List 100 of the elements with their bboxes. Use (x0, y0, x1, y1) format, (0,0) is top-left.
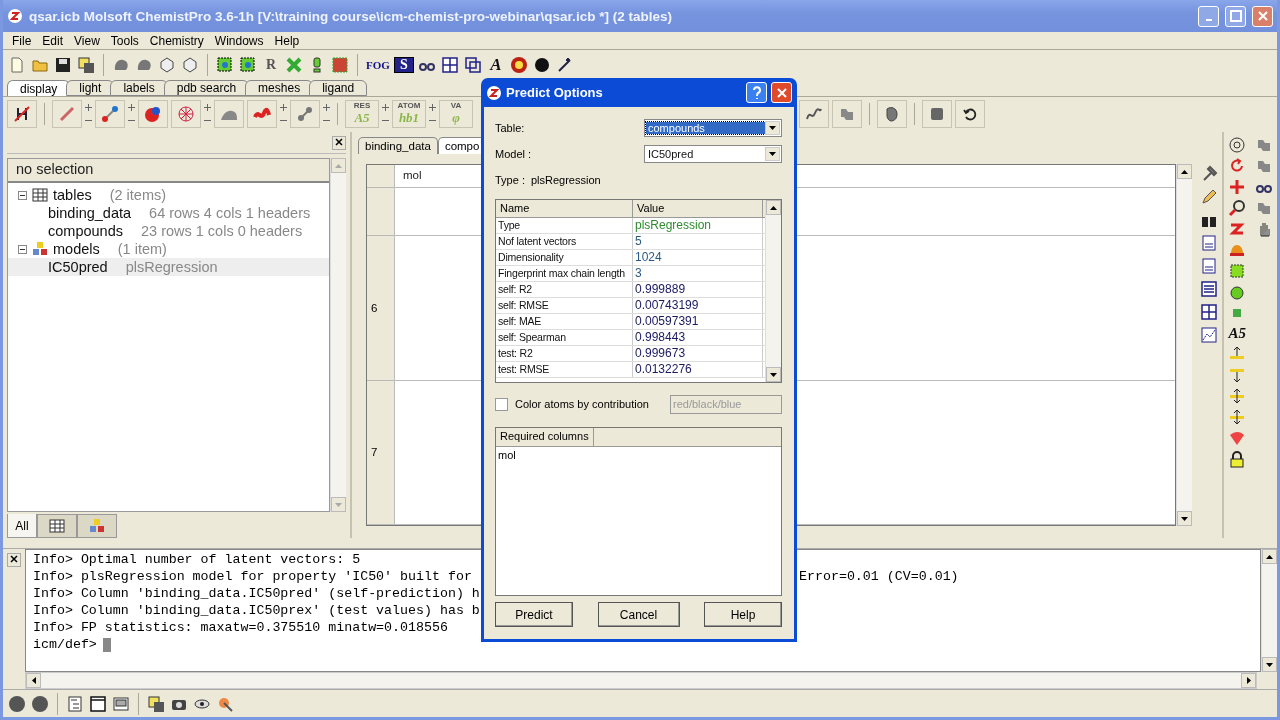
plus-icon[interactable] (280, 103, 287, 111)
move-icon[interactable] (1228, 178, 1247, 196)
selection-icon[interactable] (216, 56, 234, 74)
double-arrow-icon[interactable] (1228, 387, 1247, 405)
grid-icon[interactable] (1200, 303, 1218, 321)
column-header[interactable]: mol (395, 165, 430, 188)
zoom-icon[interactable] (1228, 199, 1247, 217)
plot-icon[interactable] (1200, 326, 1218, 344)
label-button[interactable]: VA φ (439, 99, 473, 128)
menu-item[interactable]: Chemistry (144, 33, 210, 48)
scroll-left-icon[interactable] (26, 673, 41, 688)
squares-icon[interactable] (463, 56, 482, 74)
minimize-button[interactable] (1198, 5, 1219, 27)
dialog-button[interactable]: Help (704, 602, 782, 627)
double-arrow-icon[interactable] (1228, 408, 1247, 426)
plus-icon[interactable] (382, 103, 389, 111)
plus-icon[interactable] (128, 103, 135, 111)
tree-row[interactable]: models (1 item) (8, 240, 329, 258)
close-button[interactable] (7, 553, 21, 567)
workspace-tab[interactable] (37, 514, 77, 538)
close-button[interactable] (332, 136, 346, 150)
stick-icon[interactable] (58, 104, 76, 123)
checkbox[interactable] (495, 397, 508, 411)
cubes-icon[interactable] (88, 517, 106, 535)
tab[interactable]: ligand (309, 80, 368, 96)
circle-icon[interactable] (8, 694, 26, 713)
toolbar-button[interactable]: A (485, 55, 506, 75)
maximize-button[interactable] (1225, 5, 1246, 27)
list-item[interactable]: mol (496, 447, 781, 463)
window-icon[interactable] (89, 694, 107, 713)
burst-icon[interactable] (509, 56, 528, 74)
table-icon[interactable] (31, 186, 49, 204)
column-header[interactable]: Name (496, 200, 633, 217)
grid-icon[interactable] (440, 56, 459, 74)
plus-icon[interactable] (429, 103, 436, 111)
hexagon-icon[interactable] (158, 56, 176, 74)
toolbar-button[interactable]: R (261, 55, 281, 75)
table-tab[interactable]: binding_data (358, 137, 438, 154)
dialog-button[interactable]: Predict (495, 602, 573, 627)
menu-item[interactable]: Help (269, 33, 306, 48)
tree-row[interactable]: tables (2 items) (8, 186, 329, 204)
menu-item[interactable]: Tools (105, 33, 145, 48)
scroll-down-icon[interactable] (1177, 511, 1192, 526)
toolbar-button[interactable] (955, 99, 985, 128)
toolbar-button[interactable]: FOG (365, 55, 391, 75)
pencil-icon[interactable] (1200, 188, 1218, 206)
plus-icon[interactable] (85, 103, 92, 111)
column-header[interactable]: Value (633, 200, 763, 217)
disks-icon[interactable] (147, 694, 165, 713)
document-icon[interactable] (1200, 234, 1218, 252)
menu-item[interactable]: Windows (209, 33, 270, 48)
lime-icon[interactable] (1228, 283, 1247, 301)
tree-row[interactable]: binding_data 64 rows 4 cols 1 headers (8, 204, 329, 222)
cubes-icon[interactable] (31, 240, 49, 258)
table-select[interactable]: compounds (644, 119, 782, 137)
label-toggle[interactable]: A5 (1228, 325, 1246, 342)
ball-and-stick-icon[interactable] (101, 104, 119, 123)
label-button[interactable]: ATOM hb1 (392, 99, 426, 128)
toolbar-button[interactable] (799, 99, 829, 128)
model-select[interactable]: IC50pred (644, 145, 782, 163)
help-button[interactable] (746, 82, 767, 103)
collapse-icon[interactable] (18, 190, 27, 200)
spheres-icon[interactable] (144, 104, 162, 123)
document-icon[interactable] (1200, 257, 1218, 275)
label-button[interactable]: RES A5 (345, 99, 379, 128)
disks-icon[interactable] (77, 56, 95, 74)
scroll-up-icon[interactable] (1177, 164, 1192, 179)
hexagon-icon[interactable] (181, 56, 199, 74)
dashed-square-icon[interactable] (1228, 262, 1247, 280)
table-icon[interactable] (48, 517, 66, 535)
plus-icon[interactable] (323, 103, 330, 111)
tree-row[interactable]: compounds 23 rows 1 cols 0 headers (8, 222, 329, 240)
collapse-icon[interactable] (18, 244, 27, 254)
scroll-down-icon[interactable] (766, 367, 781, 382)
chain-icon[interactable] (296, 104, 314, 123)
tree-view-icon[interactable] (66, 694, 84, 713)
mesh-sphere-icon[interactable] (177, 104, 195, 123)
scroll-up-icon[interactable] (766, 200, 781, 215)
scroll-right-icon[interactable] (1241, 673, 1256, 688)
menu-item[interactable]: File (7, 33, 38, 48)
scroll-down-icon[interactable] (1262, 657, 1277, 672)
toolbar-button[interactable]: S (393, 57, 414, 73)
ball-icon[interactable] (532, 56, 551, 74)
menu-item[interactable]: View (69, 33, 106, 48)
tab[interactable]: labels (110, 80, 168, 96)
filled-selection-icon[interactable] (331, 56, 349, 74)
scroll-up-icon[interactable] (1262, 549, 1277, 564)
list-icon[interactable] (1200, 280, 1218, 298)
target-icon[interactable] (1228, 136, 1247, 154)
padlock-icon[interactable] (1228, 450, 1247, 468)
plus-icon[interactable] (204, 103, 211, 111)
circle-icon[interactable] (31, 694, 49, 713)
workspace-tab[interactable]: All (7, 514, 37, 538)
toolbar-button[interactable] (7, 99, 37, 128)
dialog-button[interactable]: Cancel (597, 602, 680, 627)
menu-item[interactable]: Edit (37, 33, 70, 48)
crossed-h-icon[interactable] (13, 104, 31, 123)
tree-row[interactable]: IC50pred plsRegression (8, 258, 329, 276)
panel-icon[interactable] (112, 694, 130, 713)
selection-icon[interactable] (239, 56, 257, 74)
